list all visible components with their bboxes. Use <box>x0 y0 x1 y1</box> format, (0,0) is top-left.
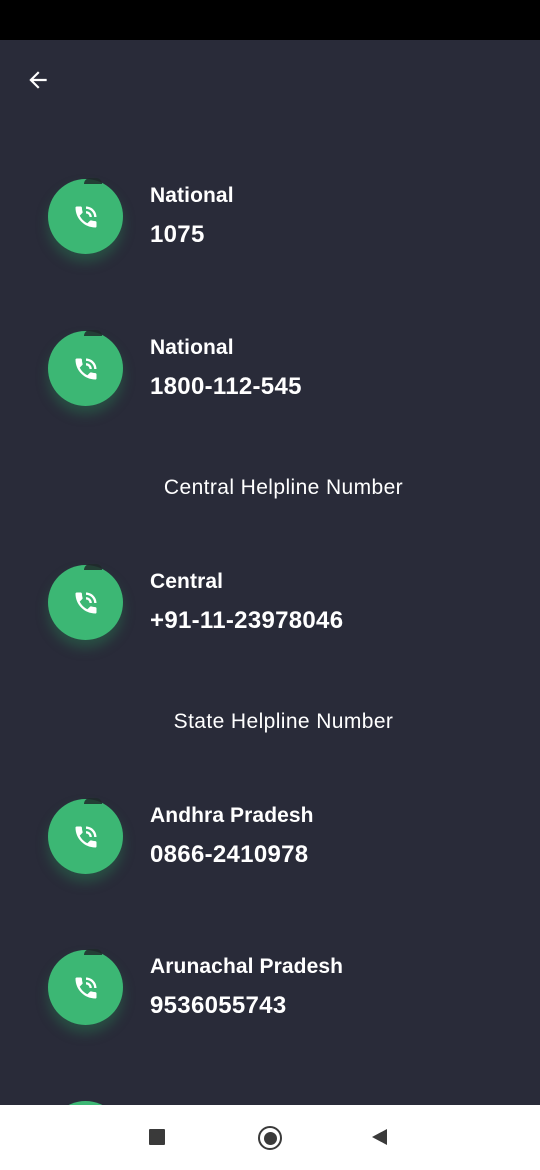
section-title-state: State Helpline Number <box>173 710 394 733</box>
call-button[interactable] <box>48 564 123 640</box>
triangle-back-icon[interactable] <box>372 1129 387 1145</box>
contact-number: 1075 <box>150 221 205 248</box>
section-title-central: Central Helpline Number <box>163 476 404 499</box>
call-button[interactable] <box>48 330 123 406</box>
contact-label: Andhra Pradesh <box>150 804 314 827</box>
contact-number: 1800-112-545 <box>150 373 302 400</box>
contact-label: Arunachal Pradesh <box>150 955 344 978</box>
square-icon[interactable] <box>149 1129 165 1145</box>
phone-in-talk-icon <box>75 206 96 227</box>
helpline-list[interactable]: National 1075 National 1800-112-545 Cent… <box>0 40 540 1105</box>
contact-label: National <box>150 336 234 359</box>
contact-item: Central +91-11-23978046 <box>0 564 540 665</box>
phone-in-talk-icon <box>75 977 96 998</box>
contact-label: Central <box>150 570 224 593</box>
circle-icon[interactable] <box>258 1126 282 1150</box>
contact-item: Arunachal Pradesh 9536055743 <box>0 949 540 1050</box>
call-button[interactable] <box>48 798 123 874</box>
contact-label: National <box>150 184 234 207</box>
contact-item: Andhra Pradesh 0866-2410978 <box>0 798 540 899</box>
call-button[interactable] <box>48 178 123 254</box>
contact-number: 9536055743 <box>150 992 287 1019</box>
contact-number: 0866-2410978 <box>150 841 309 868</box>
phone-in-talk-icon <box>75 358 96 379</box>
phone-in-talk-icon <box>75 826 96 847</box>
contact-item: National 1075 <box>0 178 540 279</box>
phone-in-talk-icon <box>75 592 96 613</box>
contact-number: +91-11-23978046 <box>150 607 344 634</box>
call-button[interactable] <box>48 949 123 1025</box>
status-bar <box>0 0 540 40</box>
contact-item: National 1800-112-545 <box>0 330 540 431</box>
